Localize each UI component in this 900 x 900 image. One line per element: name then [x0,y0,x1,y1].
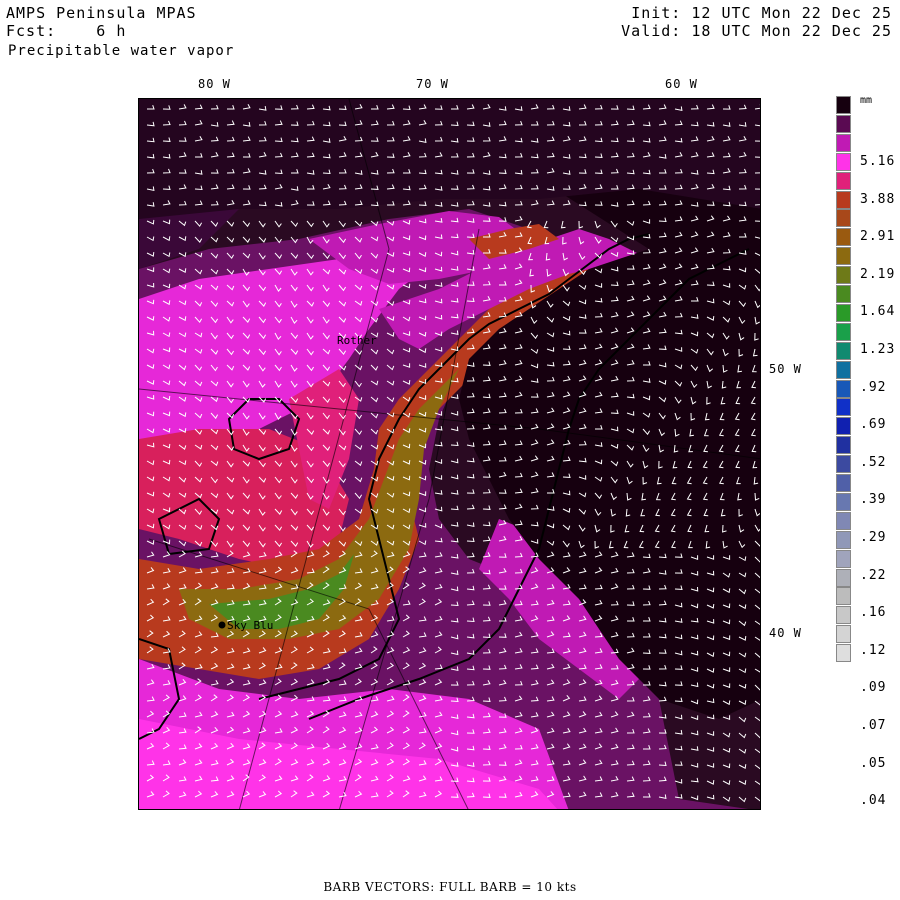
station-sky-blu: Sky Blu [218,619,273,632]
legend-swatch [836,228,851,247]
legend-label: .05 [860,755,887,771]
forecast-hour: Fcst: 6 h [6,22,126,40]
legend-units: mm [860,95,873,106]
legend-swatch [836,587,851,606]
legend-label: .29 [860,530,887,545]
legend-swatch [836,133,851,152]
legend-swatch [836,549,851,568]
legend-label: 5.16 [860,154,896,169]
lon-label-60w: 60 W [665,77,698,91]
legend-swatch [836,398,851,417]
legend-label: 1.23 [860,342,896,357]
legend-swatch [836,379,851,398]
legend-label: .07 [860,718,887,733]
legend-swatch [836,530,851,549]
legend-swatch [836,247,851,266]
legend-label: .92 [860,379,887,395]
legend-label: .22 [860,567,887,583]
lon-label-80w: 80 W [198,77,231,91]
legend-swatch [836,417,851,436]
map-title: AMPS Peninsula MPAS [6,4,197,22]
init-time: Init: 12 UTC Mon 22 Dec 25 [631,4,892,22]
legend-swatch [836,455,851,474]
station-sky-blu-marker [218,621,226,629]
legend-swatch [836,190,851,209]
legend-label: .04 [860,793,887,809]
legend-label: .69 [860,417,887,433]
legend-label: .16 [860,605,887,621]
legend-swatch [836,285,851,303]
legend-swatch [836,568,851,587]
legend-swatch [836,511,851,530]
legend-label: .52 [860,454,887,470]
legend-label: .39 [860,492,887,508]
precipitable-water-map: Rother Sky Blu [139,99,760,809]
lat-label-40w: 40 W [769,626,802,640]
legend-swatch [836,303,851,322]
legend-swatch [836,436,851,455]
legend-swatch [836,606,851,625]
station-rother-label: Rother [337,334,377,347]
legend-swatch [836,644,851,663]
legend-swatch [836,152,851,171]
legend-label: 1.64 [860,304,896,320]
legend-swatch [836,625,851,644]
legend-swatch [836,171,851,190]
lon-label-70w: 70 W [416,77,449,91]
lat-label-50w: 50 W [769,362,802,376]
barb-footer: BARB VECTORS: FULL BARB = 10 kts [323,880,577,894]
legend-swatch [836,360,851,379]
legend-label: .09 [860,680,887,696]
legend-swatch [836,114,851,133]
legend-swatch [836,322,851,341]
legend-swatch [836,209,851,228]
field-name: Precipitable water vapor [8,43,235,59]
legend-swatch [836,474,851,492]
station-rother: Rother [337,334,377,347]
forecast-label: Fcst: [6,22,57,40]
station-sky-blu-label: Sky Blu [227,619,273,632]
legend-label: 2.91 [860,229,896,245]
legend-label: 3.88 [860,191,896,207]
legend-swatch [836,266,851,285]
forecast-value: 6 h [96,22,127,40]
map-panel[interactable]: Rother Sky Blu [138,98,761,810]
legend-label: 2.19 [860,266,896,282]
valid-time: Valid: 18 UTC Mon 22 Dec 25 [621,22,892,40]
legend-swatch [836,341,851,360]
legend-swatch [836,96,851,114]
legend-label: .12 [860,642,887,658]
legend-swatch [836,492,851,511]
